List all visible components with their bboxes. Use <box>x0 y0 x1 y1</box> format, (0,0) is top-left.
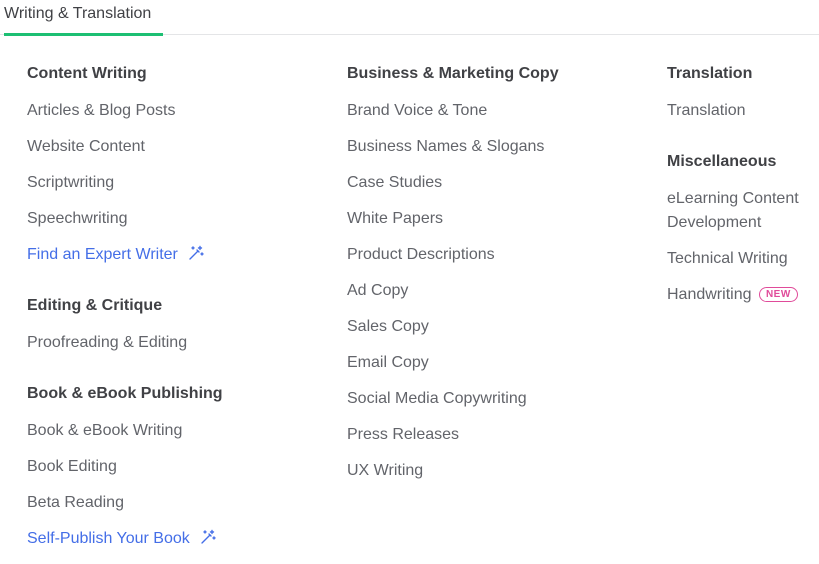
menu-item-elearning-content-development[interactable]: eLearning Content Development <box>667 181 817 241</box>
category-tabs-bar: Writing & Translation <box>0 0 819 36</box>
menu-item-scriptwriting[interactable]: Scriptwriting <box>27 165 327 201</box>
menu-item-email-copy[interactable]: Email Copy <box>347 345 647 381</box>
group-title-translation: Translation <box>667 65 753 82</box>
menu-item-book-editing[interactable]: Book Editing <box>27 449 327 485</box>
handwriting-label: Handwriting <box>667 286 752 303</box>
menu-item-product-descriptions[interactable]: Product Descriptions <box>347 237 647 273</box>
magic-wand-icon <box>201 529 216 544</box>
self-publish-book-link[interactable]: Self-Publish Your Book <box>27 521 327 557</box>
group-title-content-writing: Content Writing <box>27 65 147 82</box>
group-title-miscellaneous: Miscellaneous <box>667 153 777 170</box>
menu-item-press-releases[interactable]: Press Releases <box>347 417 647 453</box>
group-title-editing-critique: Editing & Critique <box>27 297 163 314</box>
menu-item-social-media-copywriting[interactable]: Social Media Copywriting <box>347 381 647 417</box>
menu-item-ux-writing[interactable]: UX Writing <box>347 453 647 489</box>
tab-label: Writing & Translation <box>4 5 152 22</box>
menu-item-book-ebook-writing[interactable]: Book & eBook Writing <box>27 413 327 449</box>
active-tab-underline <box>4 33 163 36</box>
menu-item-speechwriting[interactable]: Speechwriting <box>27 201 327 237</box>
find-expert-writer-link[interactable]: Find an Expert Writer <box>27 237 327 273</box>
tab-writing-translation[interactable]: Writing & Translation <box>4 0 163 36</box>
menu-item-case-studies[interactable]: Case Studies <box>347 165 647 201</box>
menu-item-handwriting[interactable]: Handwriting NEW <box>667 277 817 313</box>
menu-item-beta-reading[interactable]: Beta Reading <box>27 485 327 521</box>
menu-item-articles-blog-posts[interactable]: Articles & Blog Posts <box>27 93 327 129</box>
menu-item-business-names-slogans[interactable]: Business Names & Slogans <box>347 129 647 165</box>
menu-item-white-papers[interactable]: White Papers <box>347 201 647 237</box>
menu-column-1: Content Writing Articles & Blog Posts We… <box>27 55 327 557</box>
menu-item-brand-voice-tone[interactable]: Brand Voice & Tone <box>347 93 647 129</box>
menu-item-technical-writing[interactable]: Technical Writing <box>667 241 817 277</box>
new-badge: NEW <box>758 287 798 302</box>
menu-item-ad-copy[interactable]: Ad Copy <box>347 273 647 309</box>
group-title-book-ebook-publishing: Book & eBook Publishing <box>27 385 223 402</box>
self-publish-book-label: Self-Publish Your Book <box>27 530 190 547</box>
menu-column-3: Translation Translation Miscellaneous eL… <box>667 55 817 313</box>
menu-item-proofreading-editing[interactable]: Proofreading & Editing <box>27 325 327 361</box>
menu-item-translation[interactable]: Translation <box>667 93 817 129</box>
group-title-business-marketing-copy: Business & Marketing Copy <box>347 65 559 82</box>
menu-item-sales-copy[interactable]: Sales Copy <box>347 309 647 345</box>
menu-column-2: Business & Marketing Copy Brand Voice & … <box>347 55 647 489</box>
find-expert-writer-label: Find an Expert Writer <box>27 246 178 263</box>
menu-item-website-content[interactable]: Website Content <box>27 129 327 165</box>
magic-wand-icon <box>189 245 205 260</box>
